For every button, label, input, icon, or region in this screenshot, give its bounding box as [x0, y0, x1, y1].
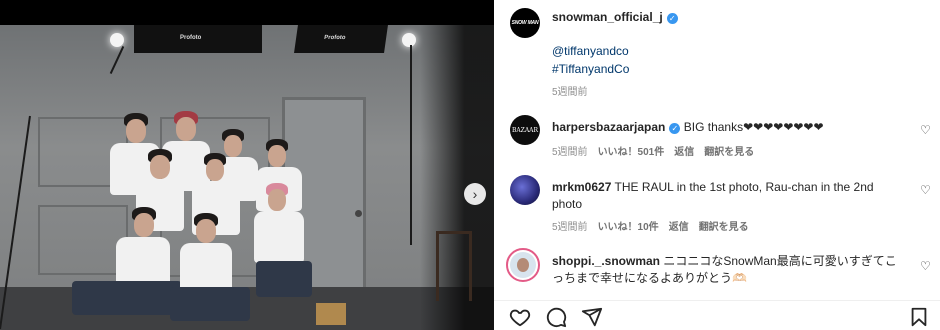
reply-button[interactable]: 返信: [674, 147, 694, 158]
softbox-right: Profoto: [294, 25, 388, 53]
share-icon[interactable]: [581, 306, 603, 328]
heart-icon[interactable]: [509, 306, 531, 328]
post-author-avatar[interactable]: SNOW MAN: [510, 8, 540, 38]
caption-hashtag-link[interactable]: #TiffanyandCo: [552, 62, 629, 76]
comment-timestamp[interactable]: 5週間前: [552, 147, 588, 158]
bookmark-icon[interactable]: [908, 306, 930, 328]
verified-badge-icon: ✓: [669, 123, 681, 134]
verified-badge-icon: ✓: [666, 13, 678, 24]
comment-avatar[interactable]: BAZAAR: [510, 115, 540, 145]
comment-icon[interactable]: [545, 306, 567, 328]
comment-likes[interactable]: いいね！501件: [598, 147, 665, 158]
comment-text: mrkm0627 THE RAUL in the 1st photo, Rau-…: [552, 179, 902, 213]
post-timestamp[interactable]: 5週間前: [552, 83, 588, 98]
studio-lamp: [402, 33, 416, 47]
comment-meta: 5週間前 いいね！10件 返信 翻訳を見る: [552, 218, 749, 233]
post-action-bar: [494, 300, 940, 330]
wall-panel: [38, 205, 128, 275]
group-photo: Profoto Profoto: [0, 25, 494, 330]
next-photo-button[interactable]: ›: [464, 183, 486, 205]
post-author-username[interactable]: snowman_official_j ✓: [552, 10, 678, 24]
comment-avatar[interactable]: [510, 175, 540, 205]
comment-likes[interactable]: いいね！10件: [598, 222, 659, 233]
comment-timestamp[interactable]: 5週間前: [552, 222, 588, 233]
translate-button[interactable]: 翻訳を見る: [704, 147, 754, 158]
reply-button[interactable]: 返信: [669, 222, 689, 233]
heart-icon[interactable]: ♡: [920, 124, 932, 136]
comment-text: shoppi._.snowman ニコニコなSnowMan最高に可愛いすぎてこっ…: [552, 253, 902, 287]
heart-icon[interactable]: ♡: [920, 260, 932, 272]
comment-meta: 5週間前 いいね！501件 返信 翻訳を見る: [552, 143, 754, 158]
comment-username[interactable]: mrkm0627: [552, 180, 611, 194]
comment-username[interactable]: harpersbazaarjapan: [552, 120, 665, 134]
comment-username[interactable]: shoppi._.snowman: [552, 254, 660, 268]
post-sidebar: SNOW MAN snowman_official_j ✓ @tiffanyand…: [494, 0, 940, 330]
chevron-right-icon: ›: [472, 186, 478, 202]
comment-avatar[interactable]: [506, 248, 540, 282]
comment-text: harpersbazaarjapan ✓ BIG thanks❤❤❤❤❤❤❤❤: [552, 119, 902, 136]
comment-body: BIG thanks❤❤❤❤❤❤❤❤: [683, 120, 824, 134]
softbox-left: Profoto: [134, 25, 262, 53]
heart-icon[interactable]: ♡: [920, 184, 932, 196]
caption-mention-link[interactable]: @tiffanyandco: [552, 44, 629, 58]
post-media: Profoto Profoto ›: [0, 0, 494, 330]
translate-button[interactable]: 翻訳を見る: [699, 222, 749, 233]
